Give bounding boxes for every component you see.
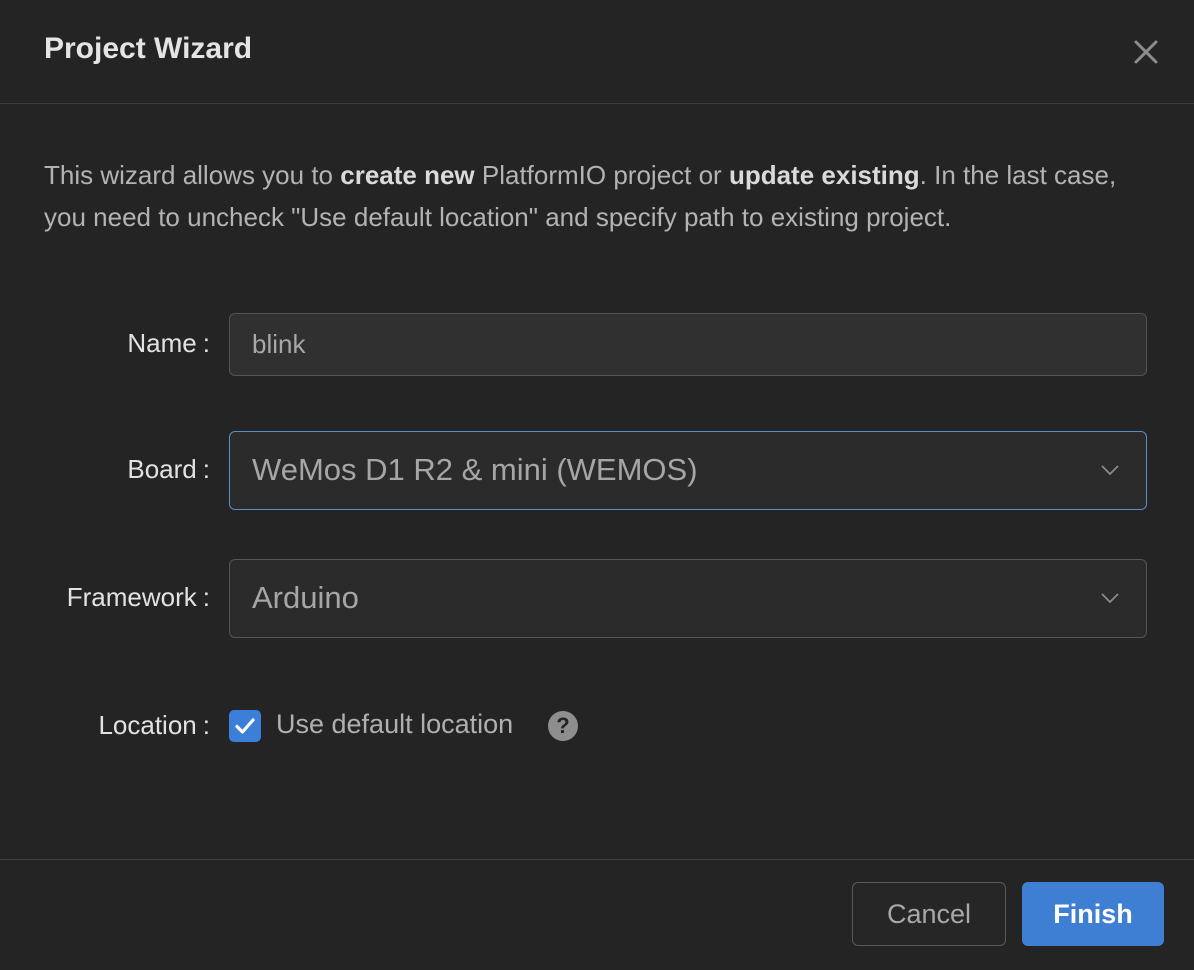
framework-label-colon: :: [202, 582, 210, 612]
framework-select[interactable]: Arduino: [229, 559, 1147, 638]
intro-part-2: PlatformIO project or: [474, 160, 729, 190]
cancel-button[interactable]: Cancel: [852, 882, 1006, 946]
checkmark-icon: [235, 718, 255, 734]
use-default-location-checkbox[interactable]: [229, 710, 261, 742]
dialog-footer: Cancel Finish: [0, 859, 1194, 970]
board-label-text: Board: [127, 454, 197, 484]
intro-part-1: This wizard allows you to: [44, 160, 341, 190]
location-label-text: Location: [98, 710, 197, 740]
board-label-colon: :: [202, 454, 210, 484]
close-icon[interactable]: [1128, 34, 1164, 70]
location-label: Location:: [0, 710, 210, 741]
finish-button[interactable]: Finish: [1022, 882, 1164, 946]
board-label: Board:: [0, 454, 210, 485]
dialog-title: Project Wizard: [44, 32, 253, 65]
question-circle-icon[interactable]: ?: [548, 711, 578, 741]
framework-select-value: Arduino: [252, 580, 359, 615]
intro-bold-create-new: create new: [340, 160, 475, 190]
framework-label: Framework:: [0, 582, 210, 613]
project-wizard-dialog: Project Wizard This wizard allows you to…: [0, 0, 1194, 970]
board-select-value: WeMos D1 R2 & mini (WEMOS): [252, 452, 698, 487]
chevron-down-icon: [1101, 593, 1119, 604]
intro-text: This wizard allows you to create new Pla…: [44, 154, 1154, 238]
name-label-colon: :: [202, 328, 210, 358]
intro-bold-update-existing: update existing: [728, 160, 920, 190]
name-label: Name:: [0, 328, 210, 359]
board-select[interactable]: WeMos D1 R2 & mini (WEMOS): [229, 431, 1147, 510]
name-label-text: Name: [127, 328, 197, 358]
framework-label-text: Framework: [66, 582, 197, 612]
name-input[interactable]: [229, 313, 1147, 376]
dialog-header: Project Wizard: [0, 0, 1194, 104]
location-label-colon: :: [202, 710, 210, 740]
chevron-down-icon: [1101, 465, 1119, 476]
use-default-location-label[interactable]: Use default location: [276, 709, 513, 740]
close-icon-glyph: [1134, 40, 1158, 64]
